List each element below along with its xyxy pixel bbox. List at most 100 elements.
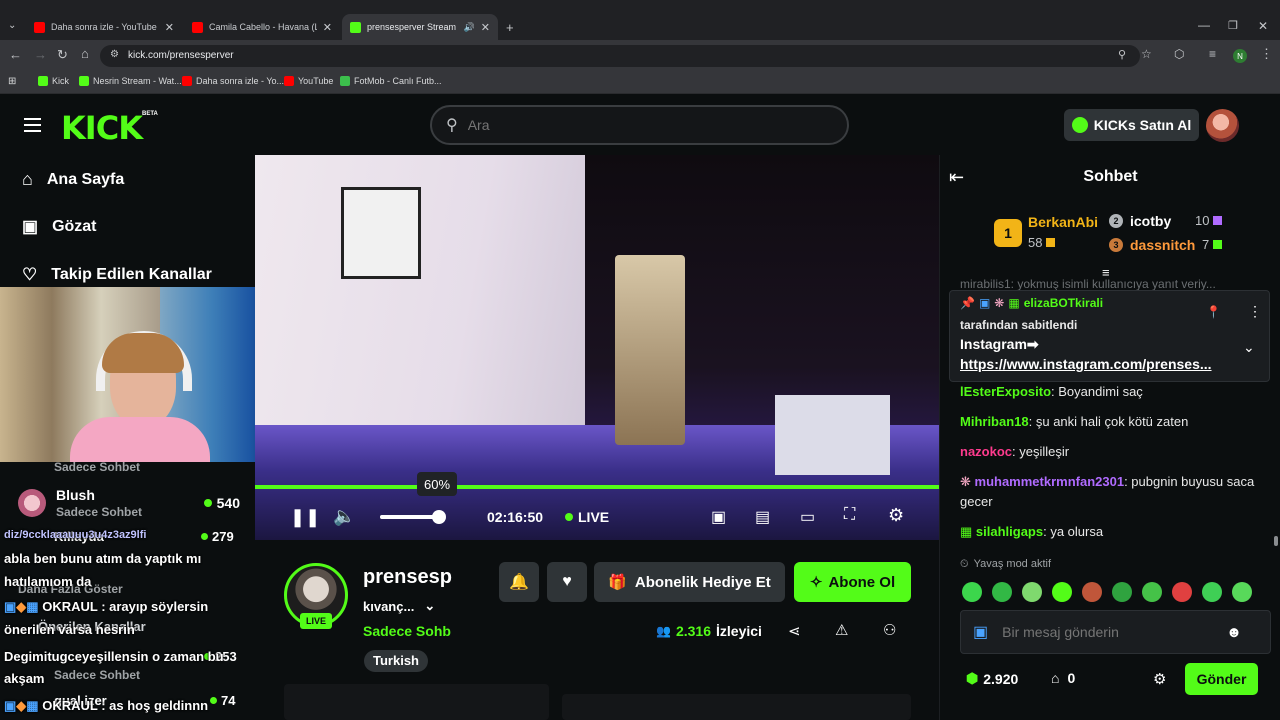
url-field[interactable]: ⚙ kick.com/prensesperver ⚲ (100, 45, 1140, 67)
bookmark-watch-later[interactable]: Daha sonra izle - Yo... (182, 76, 284, 86)
chat-username[interactable]: muhammetkrmnfan2301 (975, 474, 1125, 489)
hamburger-menu-icon[interactable] (24, 118, 41, 132)
channel-blush[interactable]: Blush Sadece Sohbet 540 (18, 487, 240, 519)
volume-slider[interactable] (380, 510, 446, 524)
tab-kick-stream[interactable]: prensesperver Stream - Wa 🔊 ✕ (342, 14, 498, 40)
chat-username[interactable]: lEsterExposito (960, 384, 1051, 399)
kick-logo[interactable]: KICK (61, 109, 143, 147)
follow-heart-button[interactable]: ♥ (547, 562, 587, 602)
close-icon[interactable]: ✕ (323, 21, 332, 34)
video-player[interactable] (255, 155, 939, 540)
close-icon[interactable]: ✕ (481, 21, 490, 34)
apps-icon[interactable]: ⊞ (8, 76, 16, 87)
stream-category[interactable]: Sadece Sohb (363, 623, 451, 639)
tab-search-icon[interactable]: ⌄ (8, 20, 16, 31)
nav-following[interactable]: ♡ Takip Edilen Kanallar (22, 265, 212, 285)
store-display[interactable]: ⌂ 0 (1051, 670, 1075, 686)
bookmark-fotmob[interactable]: FotMob - Canlı Futb... (340, 76, 442, 86)
subtitle-text: kıvanç... (363, 598, 415, 614)
forward-icon[interactable]: → (34, 47, 47, 62)
send-button[interactable]: Gönder (1185, 663, 1258, 695)
unpin-icon[interactable]: 📍 (1206, 305, 1221, 319)
emote-icon[interactable] (992, 582, 1012, 602)
emote-icon[interactable] (1172, 582, 1192, 602)
close-icon[interactable]: ✕ (165, 21, 174, 34)
emote-icon[interactable] (1142, 582, 1162, 602)
emote-icon[interactable] (1232, 582, 1252, 602)
bookmark-kick[interactable]: Kick (38, 76, 69, 86)
buy-kicks-button[interactable]: KICKs Satın Al (1064, 109, 1199, 141)
mini-player-icon[interactable]: ▣ (711, 507, 726, 527)
subscribe-button[interactable]: ✧ Abone Ol (794, 562, 911, 602)
profile-avatar[interactable]: N (1233, 49, 1247, 63)
back-icon[interactable]: ← (9, 47, 22, 62)
emote-icon[interactable] (1082, 582, 1102, 602)
chat-username[interactable]: silahligaps (976, 524, 1043, 539)
notification-bell-button[interactable]: 🔔 (499, 562, 539, 602)
bookmark-star-icon[interactable]: ☆ (1141, 47, 1152, 61)
audio-icon[interactable]: 🔊 (464, 22, 475, 33)
tab-youtube-watch-later[interactable]: Daha sonra izle - YouTube ✕ (26, 14, 182, 40)
chat-input[interactable] (1002, 624, 1213, 640)
tab-havana[interactable]: Camila Cabello - Havana (Lyrics ✕ (184, 14, 340, 40)
theater-mode-icon[interactable]: ▭ (800, 507, 815, 527)
gift-subscription-button[interactable]: 🎁 Abonelik Hediye Et (594, 562, 785, 602)
panel-placeholder (284, 684, 549, 720)
site-info-icon[interactable]: ⚙ (110, 49, 119, 60)
gift-icon (1213, 240, 1223, 249)
language-tag[interactable]: Turkish (364, 650, 428, 672)
chat-input-box[interactable]: ▣ ☻ (960, 610, 1271, 654)
stream-subtitle[interactable]: kıvanç... ⌄ (363, 598, 435, 614)
pinned-link[interactable]: https://www.instagram.com/prenses... (960, 356, 1230, 372)
bookmark-nesrin[interactable]: Nesrin Stream - Wat... (79, 76, 182, 86)
leaderboard-name[interactable]: dassnitch (1130, 237, 1195, 253)
nav-browse[interactable]: ▣ Gözat (22, 217, 97, 237)
chat-username[interactable]: Mihriban18 (960, 414, 1029, 429)
expand-pinned-icon[interactable]: ⌄ (1243, 339, 1255, 356)
chat-username[interactable]: nazokoc (960, 444, 1012, 459)
clip-icon[interactable]: ▤ (755, 507, 770, 527)
volume-icon[interactable]: 🔈 (333, 506, 355, 527)
search-bar[interactable]: ⚲ (430, 105, 849, 145)
media-icon[interactable]: ≡ (1209, 47, 1216, 61)
emote-icon[interactable] (1052, 582, 1072, 602)
fullscreen-icon[interactable]: ⛶ (844, 506, 855, 524)
leaderboard-name[interactable]: BerkanAbi (1028, 214, 1098, 230)
emote-icon[interactable] (962, 582, 982, 602)
pinned-user[interactable]: elizaBOTkirali (1024, 296, 1103, 310)
live-indicator[interactable]: LIVE (565, 509, 609, 525)
seek-bar[interactable] (255, 485, 939, 489)
menu-dots-icon[interactable]: ⋮ (1260, 46, 1273, 62)
bookmark-youtube[interactable]: YouTube (284, 76, 333, 86)
pinned-menu-icon[interactable]: ⋮ (1248, 303, 1262, 320)
home-icon[interactable]: ⌂ (81, 46, 89, 61)
mod-icon[interactable]: ⚇ (883, 621, 896, 639)
pinned-message[interactable]: 📌 ▣ ❋ ▦ elizaBOTkirali tarafından sabitl… (949, 290, 1270, 382)
share-icon[interactable]: ⋖ (788, 622, 801, 640)
pause-icon[interactable]: ❚❚ (290, 507, 320, 528)
streamer-name[interactable]: prensesp (363, 566, 452, 589)
restore-icon[interactable]: ❐ (1228, 19, 1238, 32)
search-input[interactable] (467, 117, 808, 133)
bookmark-label: FotMob - Canlı Futb... (354, 76, 442, 86)
close-window-icon[interactable]: ✕ (1258, 19, 1268, 33)
emote-icon[interactable] (1202, 582, 1222, 602)
reload-icon[interactable]: ↻ (57, 47, 68, 63)
chevron-down-icon[interactable]: ⌄ (424, 598, 435, 614)
nav-home[interactable]: ⌂ Ana Sayfa (22, 169, 124, 190)
emote-icon[interactable] (1022, 582, 1042, 602)
page-scrollbar[interactable] (1274, 536, 1278, 546)
leaderboard-name[interactable]: icotby (1130, 213, 1171, 229)
extensions-icon[interactable]: ⬡ (1174, 47, 1184, 61)
new-tab-icon[interactable]: + (506, 20, 514, 35)
emote-icon[interactable] (1112, 582, 1132, 602)
emoji-icon[interactable]: ☻ (1226, 624, 1242, 641)
report-icon[interactable]: ⚠ (835, 621, 848, 639)
user-avatar[interactable] (1206, 109, 1239, 142)
points-display[interactable]: ⬢ 2.920 (966, 670, 1018, 687)
volume-handle[interactable] (432, 510, 446, 524)
zoom-icon[interactable]: ⚲ (1118, 48, 1126, 61)
minimize-icon[interactable]: — (1198, 18, 1210, 32)
settings-icon[interactable]: ⚙ (888, 505, 904, 526)
chat-settings-icon[interactable]: ⚙ (1153, 670, 1166, 688)
